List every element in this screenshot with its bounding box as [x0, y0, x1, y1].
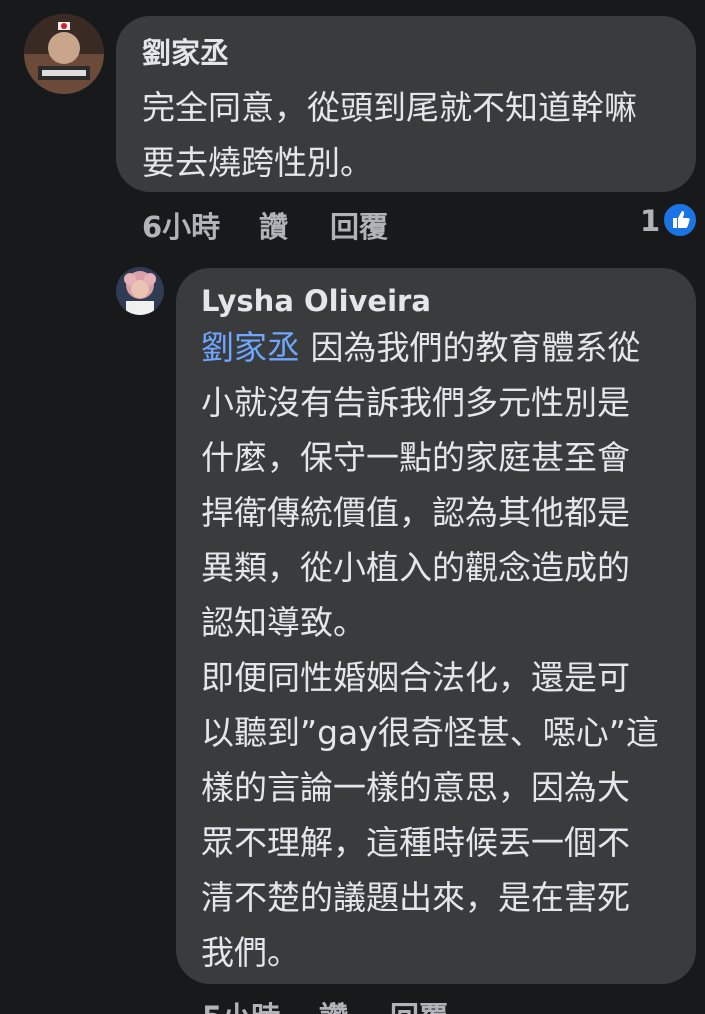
like-button[interactable]: 讚 — [319, 994, 348, 1014]
reply-button[interactable]: 回覆 — [390, 994, 448, 1014]
comment-text: 劉家丞 因為我們的教育體系從 小就沒有告訴我們多元性別是 什麼，保守一點的家庭甚… — [201, 320, 676, 980]
comment-bubble-1: 劉家丞 完全同意，從頭到尾就不知道幹嘛 要去燒跨性別。 — [116, 16, 696, 192]
reply-button[interactable]: 回覆 — [330, 204, 388, 246]
comment-text-line: 什麼，保守一點的家庭甚至會 — [201, 438, 630, 477]
avatar-commenter-2[interactable] — [116, 267, 164, 315]
comment-text-line: 認知導致。 — [201, 603, 366, 642]
comment-text-line: 劉家丞 因為我們的教育體系從 — [201, 320, 676, 375]
comment-actions-1: 6小時 讚 回覆 — [142, 204, 442, 244]
comment-text-line: 樣的言論一樣的意思，因為大 — [201, 768, 630, 807]
comment-text-line: 眾不理解，這種時候丟一個不 — [201, 823, 630, 862]
avatar-commenter-1[interactable] — [24, 14, 104, 94]
comment-bubble-2: Lysha Oliveira 劉家丞 因為我們的教育體系從 小就沒有告訴我們多元… — [176, 268, 696, 984]
comment-text: 完全同意，從頭到尾就不知道幹嘛 要去燒跨性別。 — [142, 80, 672, 190]
comment-text-line: 即便同性婚姻合法化，還是可 — [201, 658, 630, 697]
comment-timestamp[interactable]: 5小時 — [202, 994, 280, 1014]
comment-text-line: 捍衛傳統價值，認為其他都是 — [201, 493, 630, 532]
comment-author-name[interactable]: 劉家丞 — [142, 36, 672, 70]
comment-author-name[interactable]: Lysha Oliveira — [201, 284, 676, 318]
comment-thread: 劉家丞 完全同意，從頭到尾就不知道幹嘛 要去燒跨性別。 6小時 讚 回覆 1 L… — [0, 0, 705, 1014]
reaction-count[interactable]: 1 — [640, 204, 660, 238]
comment-actions-2: 5小時 讚 回覆 — [202, 994, 502, 1014]
like-button[interactable]: 讚 — [259, 204, 288, 246]
comment-text-line: 要去燒跨性別。 — [142, 143, 373, 182]
like-reaction-icon[interactable] — [662, 202, 698, 238]
comment-text-line: 我們。 — [201, 933, 300, 972]
comment-text-line: 完全同意，從頭到尾就不知道幹嘛 — [142, 88, 637, 127]
comment-text-line: 異類，從小植入的觀念造成的 — [201, 548, 630, 587]
mention-link[interactable]: 劉家丞 — [201, 328, 300, 367]
comment-text-line: 清不楚的議題出來，是在害死 — [201, 878, 630, 917]
comment-text-line: 以聽到”gay很奇怪甚、噁心”這 — [201, 713, 659, 752]
comment-text-line: 小就沒有告訴我們多元性別是 — [201, 383, 630, 422]
comment-timestamp[interactable]: 6小時 — [142, 204, 220, 246]
comment-text-segment: 因為我們的教育體系從 — [300, 328, 641, 367]
